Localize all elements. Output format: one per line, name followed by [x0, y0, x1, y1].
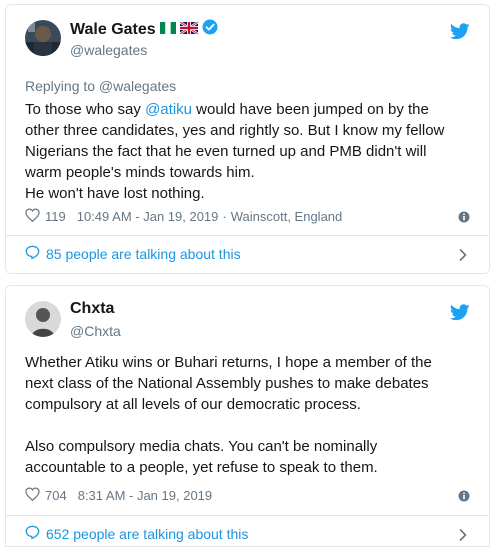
timestamp[interactable]: 8:31 AM - Jan 19, 2019 — [78, 488, 212, 503]
author-handle[interactable]: @Chxta — [70, 323, 121, 339]
tweet-text-line: Nigerians the fact that he even turned u… — [25, 143, 427, 160]
chevron-right-icon[interactable] — [459, 528, 467, 546]
display-name[interactable]: Chxta — [70, 300, 114, 318]
author-name[interactable]: Wale Gates — [70, 19, 218, 40]
tweet-text-line: Also compulsory media chats. You can't b… — [25, 438, 378, 455]
like-count[interactable]: 119 — [45, 209, 66, 224]
avatar[interactable] — [25, 301, 61, 337]
divider — [6, 235, 489, 236]
info-icon[interactable] — [458, 489, 470, 507]
tweet-text-line: accountable to a people, yet refuse to s… — [25, 459, 378, 476]
heart-icon[interactable] — [25, 208, 40, 225]
separator: · — [222, 209, 227, 224]
talking-count[interactable]: 652 people are talking about this — [46, 526, 248, 542]
twitter-bird-icon[interactable] — [449, 304, 470, 326]
uk-flag-icon — [179, 20, 199, 39]
heart-icon[interactable] — [25, 487, 40, 504]
tweet-card: Wale Gates @walegates Replying to @waleg… — [5, 4, 490, 274]
tweet-text-line: other three candidates, yes and rightly … — [25, 122, 445, 139]
tweet-text-line: Whether Atiku wins or Buhari returns, I … — [25, 354, 432, 371]
tweet-text-line: compulsory at all levels of our democrat… — [25, 396, 361, 413]
divider — [6, 515, 489, 516]
tweet-text: To those who say @atiku would have been … — [25, 99, 475, 204]
author-name[interactable]: Chxta — [70, 300, 114, 318]
conversation-link[interactable]: 652 people are talking about this — [25, 525, 248, 542]
tweet-text-line: next class of the National Assembly push… — [25, 375, 429, 392]
twitter-bird-icon[interactable] — [449, 23, 470, 45]
author-handle[interactable]: @walegates — [70, 42, 147, 58]
replying-to[interactable]: Replying to @walegates — [25, 78, 176, 94]
comment-bubble-icon — [25, 245, 40, 262]
location[interactable]: Wainscott, England — [231, 209, 343, 224]
tweet-text-line: To those who say @atiku would have been … — [25, 101, 429, 118]
timestamp[interactable]: 10:49 AM - Jan 19, 2019 — [77, 209, 219, 224]
tweet-meta: 119 10:49 AM - Jan 19, 2019 · Wainscott,… — [25, 208, 342, 225]
info-icon[interactable] — [458, 210, 470, 228]
tweet-meta: 704 8:31 AM - Jan 19, 2019 — [25, 487, 212, 504]
avatar[interactable] — [25, 20, 61, 56]
display-name[interactable]: Wale Gates — [70, 21, 156, 39]
chevron-right-icon[interactable] — [459, 248, 467, 266]
like-count[interactable]: 704 — [45, 488, 67, 503]
nigeria-flag-icon — [159, 21, 176, 39]
conversation-link[interactable]: 85 people are talking about this — [25, 245, 241, 262]
mention-link[interactable]: @atiku — [145, 101, 192, 118]
verified-badge-icon — [202, 19, 218, 40]
tweet-text-line: warm people's minds towards him. — [25, 164, 255, 181]
comment-bubble-icon — [25, 525, 40, 542]
tweet-text-line: He won't have lost nothing. — [25, 185, 205, 202]
tweet-text: Whether Atiku wins or Buhari returns, I … — [25, 352, 475, 478]
tweet-card: Chxta @Chxta Whether Atiku wins or Buhar… — [5, 285, 490, 547]
talking-count[interactable]: 85 people are talking about this — [46, 246, 241, 262]
